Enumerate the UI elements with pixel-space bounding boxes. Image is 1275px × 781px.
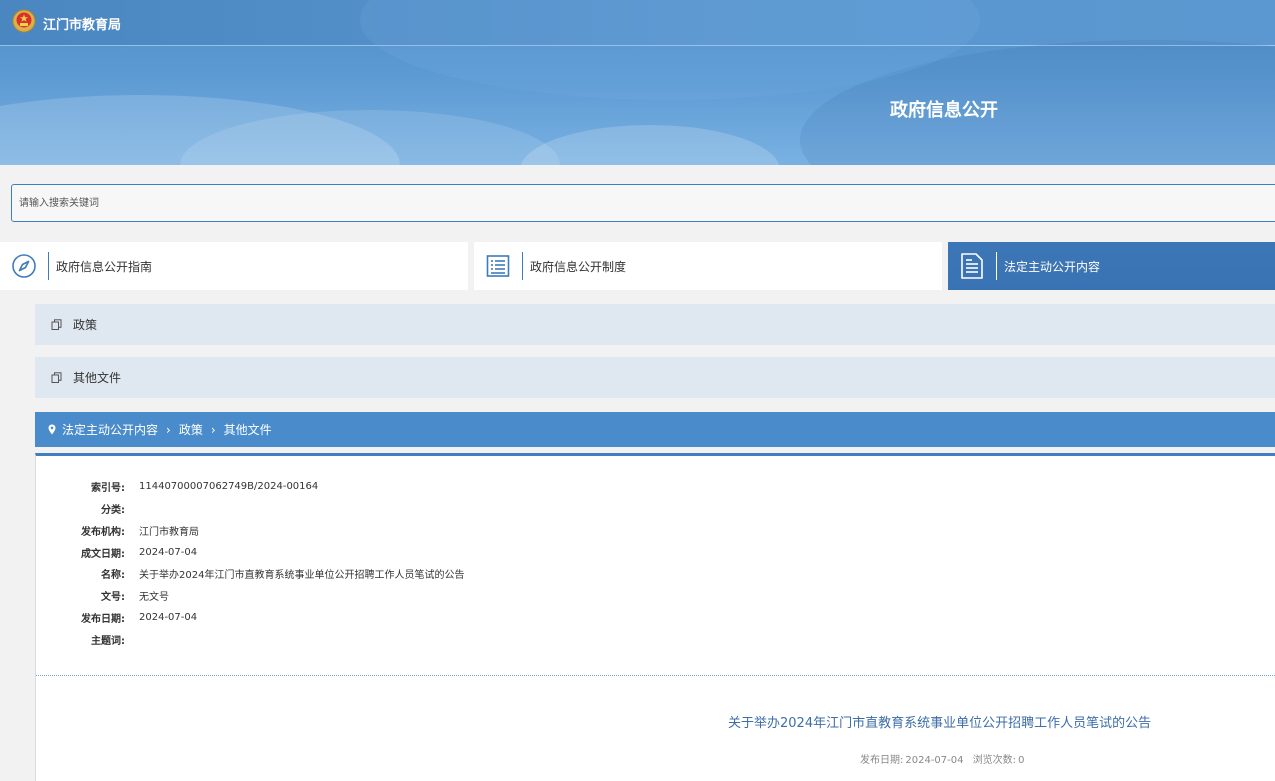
category-policy[interactable]: 政策 <box>35 304 1275 345</box>
meta-key: 文号: <box>101 591 125 603</box>
meta-value: 2024-07-04 <box>139 611 198 623</box>
meta-row-index: 索引号: 11440700007062749B/2024-00164 <box>36 475 318 497</box>
copy-icon <box>51 319 63 331</box>
tab-separator <box>996 252 997 280</box>
document-stats: 发布日期: 2024-07-04 浏览次数: 0 <box>860 751 1026 766</box>
national-emblem-icon[interactable] <box>12 9 36 33</box>
breadcrumb-item[interactable]: 其他文件 <box>224 421 272 438</box>
meta-key: 成文日期: <box>81 548 125 560</box>
breadcrumb-item[interactable]: 政策 <box>179 421 203 438</box>
meta-value: 11440700007062749B/2024-00164 <box>139 480 319 492</box>
meta-row-written-date: 成文日期: 2024-07-04 <box>36 541 197 563</box>
page-heading: 政府信息公开 <box>890 100 998 121</box>
meta-value: 关于举办2024年江门市直教育系统事业单位公开招聘工作人员笔试的公告 <box>139 569 465 581</box>
meta-key: 主题词: <box>91 635 125 647</box>
copy-icon <box>51 372 63 384</box>
meta-row-publisher: 发布机构: 江门市教育局 <box>36 519 199 541</box>
category-label: 政策 <box>73 318 98 332</box>
header-banner: 江门市教育局 政府信息公开 <box>0 0 1275 165</box>
meta-key: 发布机构: <box>81 526 125 538</box>
tab-label: 政府信息公开制度 <box>530 259 627 274</box>
tab-label: 政府信息公开指南 <box>56 259 153 274</box>
meta-key: 分类: <box>101 504 125 516</box>
compass-icon <box>0 242 48 290</box>
document-icon <box>948 242 996 290</box>
search-input[interactable] <box>12 185 1275 221</box>
site-name[interactable]: 江门市教育局 <box>43 14 121 33</box>
category-label: 其他文件 <box>73 371 122 385</box>
chevron-right-icon: › <box>210 422 216 437</box>
tab-label: 法定主动公开内容 <box>1004 259 1101 274</box>
chevron-right-icon: › <box>166 422 171 437</box>
publish-date-label: 发布日期: <box>860 755 904 766</box>
document-title: 关于举办2024年江门市直教育系统事业单位公开招聘工作人员笔试的公告 <box>728 716 1152 731</box>
list-icon <box>474 242 522 290</box>
tab-separator <box>48 252 49 280</box>
tab-separator <box>522 252 523 280</box>
tab-statutory-content[interactable]: 法定主动公开内容 <box>948 242 1275 290</box>
category-other-files[interactable]: 其他文件 <box>35 357 1275 398</box>
views-count: 0 <box>1018 755 1025 766</box>
meta-value: 江门市教育局 <box>139 526 199 538</box>
search-box[interactable] <box>11 184 1275 222</box>
tab-info-system[interactable]: 政府信息公开制度 <box>474 242 942 290</box>
breadcrumb: 法定主动公开内容 › 政策 › 其他文件 <box>35 412 1275 447</box>
meta-key: 名称: <box>101 569 125 581</box>
tab-info-guide[interactable]: 政府信息公开指南 <box>0 242 468 290</box>
document-info-panel: 索引号: 11440700007062749B/2024-00164 分类: 发… <box>35 453 1275 781</box>
divider <box>36 675 1275 676</box>
meta-value: 2024-07-04 <box>139 546 198 558</box>
meta-row-name: 名称: 关于举办2024年江门市直教育系统事业单位公开招聘工作人员笔试的公告 <box>36 562 464 584</box>
location-pin-icon <box>48 424 56 435</box>
meta-value: 无文号 <box>139 591 169 603</box>
meta-row-doc-number: 文号: 无文号 <box>36 584 169 606</box>
meta-row-category: 分类: <box>36 497 139 519</box>
meta-key: 发布日期: <box>81 613 125 625</box>
banner-wave <box>520 125 780 165</box>
meta-key: 索引号: <box>91 482 125 494</box>
publish-date-value: 2024-07-04 <box>905 755 964 766</box>
breadcrumb-item[interactable]: 法定主动公开内容 <box>62 421 158 438</box>
meta-row-publish-date: 发布日期: 2024-07-04 <box>36 606 197 628</box>
meta-row-keywords: 主题词: <box>36 628 139 650</box>
views-label: 浏览次数: <box>972 755 1017 766</box>
